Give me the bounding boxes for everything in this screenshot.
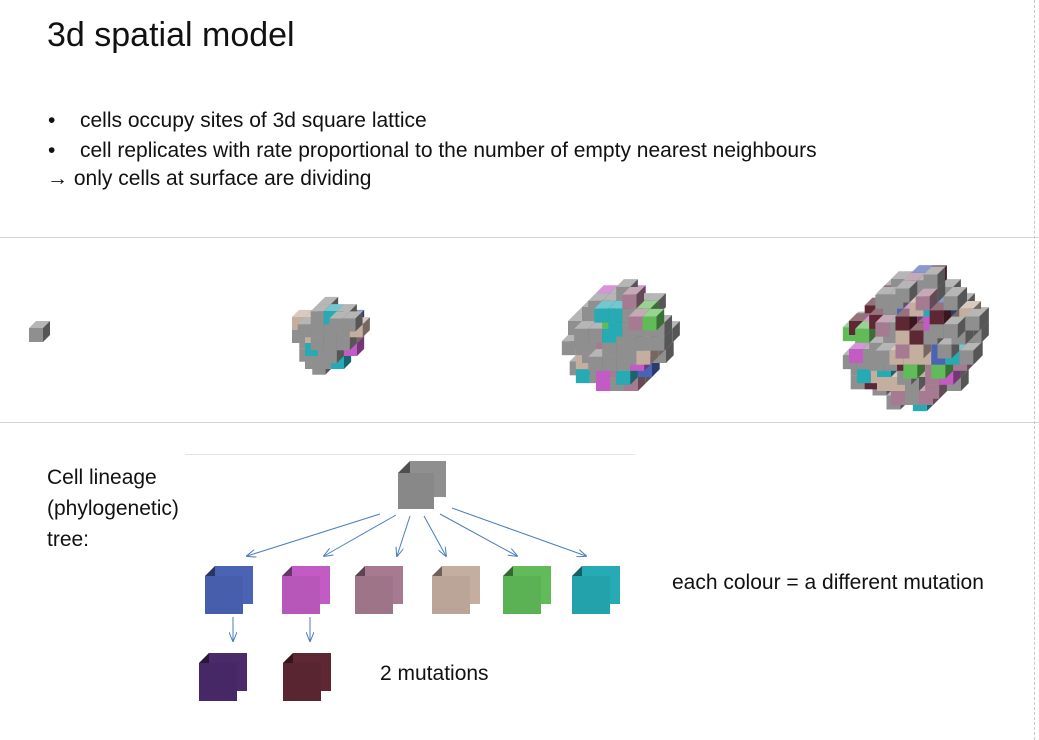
mutant-cell-cube [355,566,403,614]
mutant-cell-cube [503,566,551,614]
cube-front-face [282,576,320,614]
root-cell-cube [398,461,446,509]
cube-front-face [432,576,470,614]
cube-front-face [503,576,541,614]
mutant-cell-cube [282,566,330,614]
cube-front-face [199,663,237,701]
cube-front-face [572,576,610,614]
cube-front-face [355,576,393,614]
lineage-tree [199,461,620,701]
lineage-arrow [397,515,411,556]
mutant-cell-cube [205,566,253,614]
legend-text: each colour = a different mutation [672,571,984,594]
double-mutant-cube [199,653,247,701]
lineage-arrow [324,514,397,556]
cube-front-face [205,576,243,614]
two-mutations-label: 2 mutations [380,662,489,685]
lineage-arrow [423,515,446,556]
mutant-cell-cube [432,566,480,614]
cube-front-face [398,473,434,509]
double-mutant-cube [283,653,331,701]
mutant-cell-cube [572,566,620,614]
lineage-arrow [439,513,517,556]
cube-front-face [283,663,321,701]
